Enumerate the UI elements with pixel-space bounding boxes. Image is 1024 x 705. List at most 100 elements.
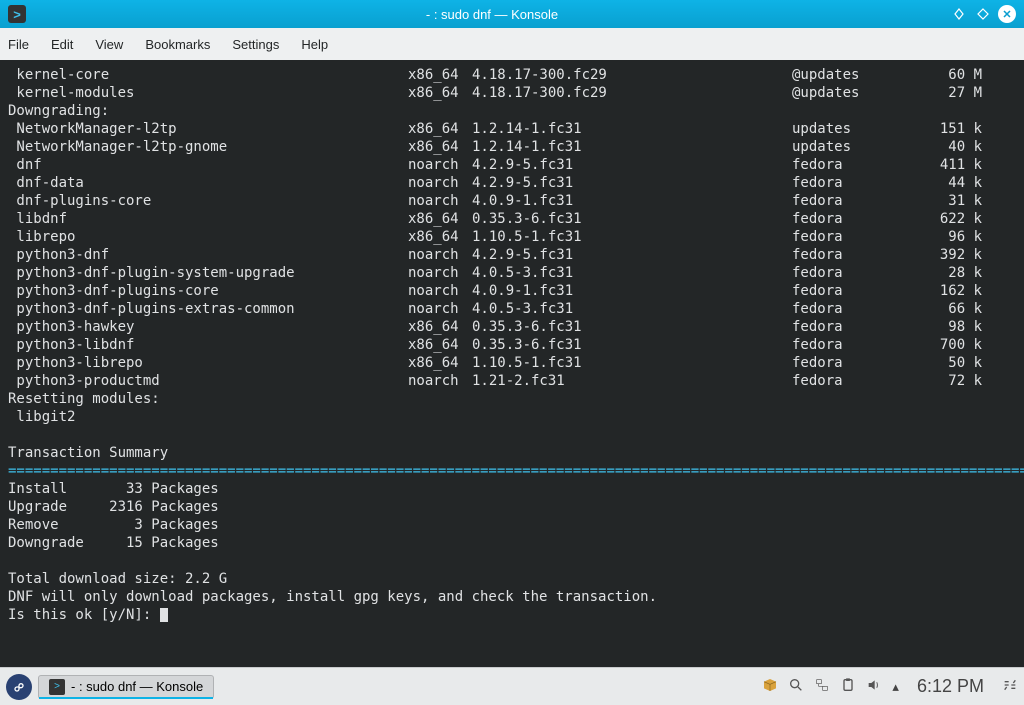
package-repo: fedora — [792, 336, 912, 354]
package-name: librepo — [8, 228, 408, 246]
start-button[interactable] — [6, 674, 32, 700]
package-arch: x86_64 — [408, 228, 472, 246]
package-arch: noarch — [408, 300, 472, 318]
package-row: dnf-datanoarch4.2.9-5.fc31fedora44 k — [8, 174, 1016, 192]
package-name: dnf — [8, 156, 408, 174]
package-arch: x86_64 — [408, 336, 472, 354]
package-version: 4.0.9-1.fc31 — [472, 282, 792, 300]
package-repo: fedora — [792, 354, 912, 372]
package-arch: x86_64 — [408, 84, 472, 102]
package-row: python3-productmdnoarch1.21-2.fc31fedora… — [8, 372, 1016, 390]
package-arch: x86_64 — [408, 318, 472, 336]
window-close-button[interactable]: ✕ — [998, 5, 1016, 23]
package-name: libdnf — [8, 210, 408, 228]
package-version: 4.2.9-5.fc31 — [472, 246, 792, 264]
package-arch: noarch — [408, 156, 472, 174]
package-name: dnf-plugins-core — [8, 192, 408, 210]
package-version: 1.2.14-1.fc31 — [472, 138, 792, 156]
package-name: python3-dnf-plugins-core — [8, 282, 408, 300]
package-row: libdnfx86_640.35.3-6.fc31fedora622 k — [8, 210, 1016, 228]
window-title: - : sudo dnf — Konsole — [34, 7, 950, 22]
package-repo: fedora — [792, 318, 912, 336]
module-row: libgit2 — [8, 408, 1016, 426]
package-row: kernel-corex86_644.18.17-300.fc29@update… — [8, 66, 1016, 84]
package-size: 27 M — [912, 84, 982, 102]
menu-settings[interactable]: Settings — [232, 37, 279, 52]
package-row: python3-dnf-plugins-extras-commonnoarch4… — [8, 300, 1016, 318]
cursor — [160, 608, 168, 622]
package-name: dnf-data — [8, 174, 408, 192]
clock[interactable]: 6:12 PM — [917, 676, 984, 697]
package-size: 151 k — [912, 120, 982, 138]
taskbar-item-label: - : sudo dnf — Konsole — [71, 679, 203, 694]
menu-edit[interactable]: Edit — [51, 37, 73, 52]
package-repo: @updates — [792, 84, 912, 102]
package-arch: x86_64 — [408, 138, 472, 156]
package-version: 1.10.5-1.fc31 — [472, 354, 792, 372]
blank-line — [8, 552, 1016, 570]
package-version: 1.2.14-1.fc31 — [472, 120, 792, 138]
package-arch: x86_64 — [408, 354, 472, 372]
package-row: python3-dnf-plugin-system-upgradenoarch4… — [8, 264, 1016, 282]
package-size: 28 k — [912, 264, 982, 282]
package-row: python3-libdnfx86_640.35.3-6.fc31fedora7… — [8, 336, 1016, 354]
package-row: NetworkManager-l2tpx86_641.2.14-1.fc31up… — [8, 120, 1016, 138]
package-version: 4.0.5-3.fc31 — [472, 264, 792, 282]
package-row: dnfnoarch4.2.9-5.fc31fedora411 k — [8, 156, 1016, 174]
package-size: 96 k — [912, 228, 982, 246]
network-icon[interactable] — [814, 677, 830, 696]
menu-view[interactable]: View — [95, 37, 123, 52]
package-arch: noarch — [408, 282, 472, 300]
terminal-output[interactable]: kernel-corex86_644.18.17-300.fc29@update… — [0, 60, 1024, 667]
package-arch: noarch — [408, 246, 472, 264]
menu-help[interactable]: Help — [301, 37, 328, 52]
package-row: dnf-plugins-corenoarch4.0.9-1.fc31fedora… — [8, 192, 1016, 210]
search-icon[interactable] — [788, 677, 804, 696]
divider: ========================================… — [8, 462, 1016, 480]
package-size: 44 k — [912, 174, 982, 192]
package-version: 4.0.5-3.fc31 — [472, 300, 792, 318]
summary-line: Upgrade 2316 Packages — [8, 498, 1016, 516]
package-version: 4.0.9-1.fc31 — [472, 192, 792, 210]
package-size: 98 k — [912, 318, 982, 336]
package-arch: x86_64 — [408, 210, 472, 228]
show-desktop-icon[interactable] — [1002, 677, 1018, 696]
package-size: 411 k — [912, 156, 982, 174]
package-size: 50 k — [912, 354, 982, 372]
package-arch: noarch — [408, 264, 472, 282]
window-minimize-button[interactable] — [950, 5, 968, 23]
package-version: 1.21-2.fc31 — [472, 372, 792, 390]
package-updates-icon[interactable] — [762, 677, 778, 696]
package-repo: fedora — [792, 192, 912, 210]
konsole-icon: > — [8, 5, 26, 23]
package-size: 66 k — [912, 300, 982, 318]
expand-tray-icon[interactable]: ▴ — [892, 679, 899, 695]
menu-bookmarks[interactable]: Bookmarks — [145, 37, 210, 52]
package-row: python3-librepox86_641.10.5-1.fc31fedora… — [8, 354, 1016, 372]
package-repo: fedora — [792, 300, 912, 318]
section-heading-downgrading: Downgrading: — [8, 102, 1016, 120]
package-repo: @updates — [792, 66, 912, 84]
menubar: File Edit View Bookmarks Settings Help — [0, 28, 1024, 60]
package-repo: fedora — [792, 246, 912, 264]
menu-file[interactable]: File — [8, 37, 29, 52]
konsole-icon: > — [49, 679, 65, 695]
package-size: 40 k — [912, 138, 982, 156]
active-indicator — [39, 697, 213, 699]
package-size: 31 k — [912, 192, 982, 210]
section-heading-resetting: Resetting modules: — [8, 390, 1016, 408]
package-size: 72 k — [912, 372, 982, 390]
volume-icon[interactable] — [866, 677, 882, 696]
package-row: librepox86_641.10.5-1.fc31fedora96 k — [8, 228, 1016, 246]
package-arch: x86_64 — [408, 66, 472, 84]
package-version: 0.35.3-6.fc31 — [472, 318, 792, 336]
package-version: 4.18.17-300.fc29 — [472, 66, 792, 84]
package-row: python3-dnf-plugins-corenoarch4.0.9-1.fc… — [8, 282, 1016, 300]
clipboard-icon[interactable] — [840, 677, 856, 696]
package-repo: fedora — [792, 174, 912, 192]
taskbar-item-konsole[interactable]: > - : sudo dnf — Konsole — [38, 675, 214, 699]
window-maximize-button[interactable] — [974, 5, 992, 23]
package-size: 700 k — [912, 336, 982, 354]
package-name: python3-dnf-plugin-system-upgrade — [8, 264, 408, 282]
package-arch: noarch — [408, 192, 472, 210]
